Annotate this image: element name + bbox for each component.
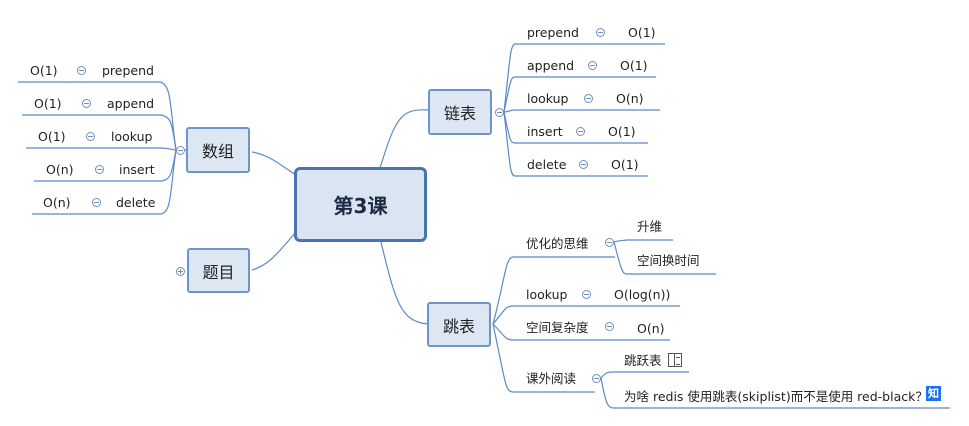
collapse-icon[interactable] <box>95 165 104 174</box>
collapse-icon[interactable] <box>592 374 601 383</box>
cost-label: O(1) <box>620 58 648 73</box>
problems-node[interactable]: 题目 <box>187 248 250 293</box>
operation-label: lookup <box>527 91 569 106</box>
reading-link[interactable]: 跳跃表 <box>624 353 662 369</box>
operation-label: append <box>107 96 155 111</box>
collapse-icon[interactable] <box>176 146 185 155</box>
operation-label: lookup <box>526 287 568 302</box>
array-node[interactable]: 数组 <box>186 127 250 173</box>
cost-label: O(1) <box>30 63 58 78</box>
cost-label: O(1) <box>34 96 62 111</box>
topic-label: 空间复杂度 <box>526 320 589 335</box>
collapse-icon[interactable] <box>86 132 95 141</box>
cost-label: O(log(n)) <box>614 287 671 302</box>
operation-label: append <box>527 58 575 73</box>
cost-label: O(n) <box>46 162 74 177</box>
center-node[interactable]: 第3课 <box>294 167 427 242</box>
idea-label: 升维 <box>637 219 663 234</box>
collapse-icon[interactable] <box>77 66 86 75</box>
idea-label: 空间换时间 <box>637 253 700 268</box>
topic-label: 课外阅读 <box>526 371 577 386</box>
collapse-icon[interactable] <box>596 28 605 37</box>
problems-label: 题目 <box>202 262 235 282</box>
reading-link[interactable]: 为啥 redis 使用跳表(skiplist)而不是使用 red-black？ <box>624 389 928 405</box>
collapse-icon[interactable] <box>584 94 593 103</box>
cost-label: O(1) <box>38 129 66 144</box>
operation-label: prepend <box>102 63 154 78</box>
linked-list-node[interactable]: 链表 <box>428 89 492 135</box>
collapse-icon[interactable] <box>579 160 588 169</box>
operation-label: lookup <box>111 129 153 144</box>
collapse-icon[interactable] <box>92 198 101 207</box>
collapse-icon[interactable] <box>82 99 91 108</box>
collapse-icon[interactable] <box>588 61 597 70</box>
zhihu-icon[interactable]: 知 <box>926 386 941 401</box>
operation-label: insert <box>527 124 563 139</box>
array-label: 数组 <box>201 142 234 161</box>
collapse-icon[interactable] <box>605 238 614 247</box>
cost-label: O(1) <box>608 124 636 139</box>
collapse-icon[interactable] <box>605 322 614 331</box>
cost-label: O(n) <box>616 91 644 106</box>
skip-list-node[interactable]: 跳表 <box>427 302 491 347</box>
cost-label: O(1) <box>611 157 639 172</box>
cost-label: O(1) <box>628 25 656 40</box>
operation-label: insert <box>119 162 155 177</box>
operation-label: prepend <box>527 25 579 40</box>
skip-list-label: 跳表 <box>442 316 475 336</box>
operation-label: delete <box>527 157 567 172</box>
topic-label: 优化的思维 <box>526 236 589 251</box>
operation-label: delete <box>116 195 156 210</box>
book-icon[interactable] <box>668 353 682 367</box>
cost-label: O(n) <box>43 195 71 210</box>
linked-list-label: 链表 <box>443 104 476 123</box>
collapse-icon[interactable] <box>576 127 585 136</box>
collapse-icon[interactable] <box>495 108 504 117</box>
collapse-icon[interactable] <box>582 290 591 299</box>
cost-label: O(n) <box>637 321 665 336</box>
expand-icon[interactable] <box>176 267 185 276</box>
center-label: 第3课 <box>333 194 388 218</box>
